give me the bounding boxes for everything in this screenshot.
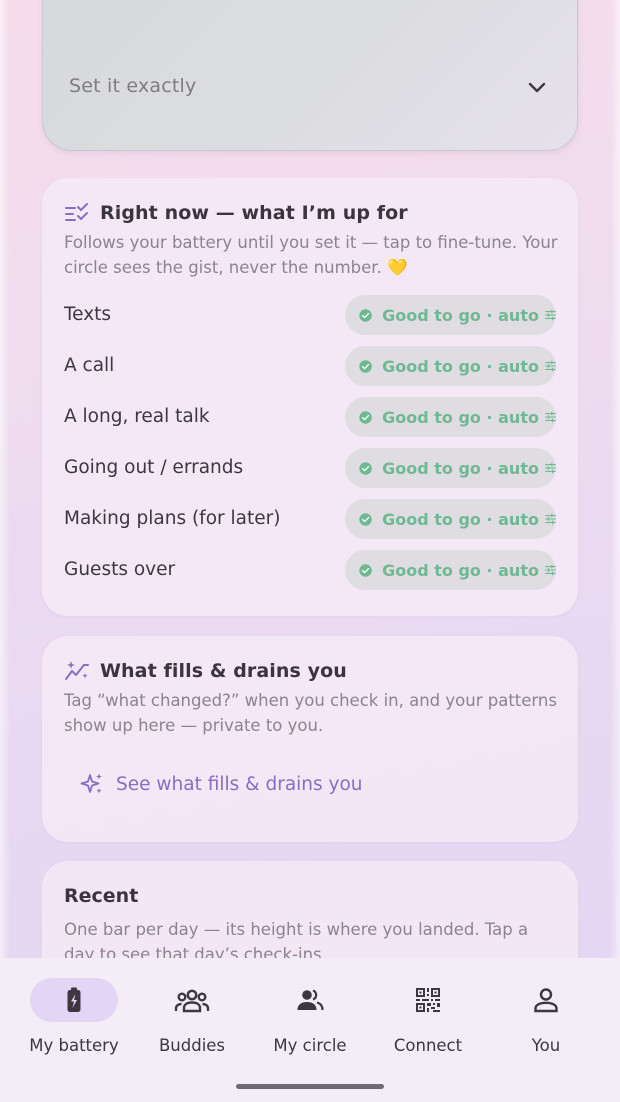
check-circle-icon — [359, 461, 372, 475]
see-fills-drains-label: See what fills & drains you — [116, 773, 363, 795]
nav-item-you[interactable]: You — [496, 978, 596, 1055]
battery-bolt-icon — [67, 987, 81, 1012]
check-circle-icon — [359, 410, 372, 424]
home-indicator[interactable] — [236, 1084, 384, 1089]
row-label: Going out / errands — [64, 457, 244, 478]
set-exactly-dropdown[interactable]: Set it exactly — [42, 0, 578, 151]
check-circle-icon — [359, 308, 372, 322]
scroll-content[interactable]: Set it exactly Right now — what I’m up f… — [0, 0, 620, 958]
see-fills-drains-button[interactable]: See what fills & drains you — [80, 772, 363, 796]
availability-row-long-talk: A long, real talk Good to go · auto — [42, 396, 578, 447]
recent-title: Recent — [64, 885, 139, 907]
nav-item-buddies[interactable]: Buddies — [142, 978, 242, 1055]
status-text: Good to go · auto — [382, 305, 539, 325]
availability-row-texts: Texts Good to go · auto — [42, 294, 578, 345]
right-now-header: Right now — what I’m up for — [64, 202, 408, 224]
availability-list: Texts Good to go · auto A call Good to g… — [42, 294, 578, 600]
check-circle-icon — [359, 563, 372, 577]
row-label: A long, real talk — [64, 406, 210, 427]
person-icon — [534, 988, 558, 1013]
chevron-down-icon — [528, 82, 546, 93]
group-icon — [174, 989, 210, 1013]
right-now-title: Right now — what I’m up for — [100, 202, 408, 224]
people-icon — [297, 989, 324, 1011]
tune-icon — [545, 462, 556, 474]
status-chip[interactable]: Good to go · auto — [345, 295, 556, 335]
availability-row-going-out: Going out / errands Good to go · auto — [42, 447, 578, 498]
tune-check-icon — [65, 203, 88, 221]
status-chip[interactable]: Good to go · auto — [345, 550, 556, 590]
sparkle-chart-icon — [65, 661, 89, 680]
row-label: A call — [64, 355, 115, 376]
nav-item-my-circle[interactable]: My circle — [260, 978, 360, 1055]
row-label: Guests over — [64, 559, 176, 580]
nav-active-indicator — [30, 978, 118, 1022]
check-circle-icon — [359, 359, 372, 373]
status-text: Good to go · auto — [382, 356, 539, 376]
nav-label: My battery — [29, 1036, 119, 1055]
right-now-card: Right now — what I’m up for Follows your… — [42, 178, 578, 616]
tune-icon — [545, 513, 556, 525]
right-now-description: Follows your battery until you set it — … — [64, 233, 558, 277]
fills-drains-description: Tag “what changed?” when you check in, a… — [64, 691, 557, 735]
recent-description: One bar per day — its height is where yo… — [64, 920, 529, 958]
sparkles-icon — [80, 773, 102, 794]
status-chip[interactable]: Good to go · auto — [345, 346, 556, 386]
check-circle-icon — [359, 512, 372, 526]
status-chip[interactable]: Good to go · auto — [345, 448, 556, 488]
status-text: Good to go · auto — [382, 458, 539, 478]
tune-icon — [545, 309, 556, 321]
nav-label: Buddies — [158, 1036, 226, 1055]
availability-row-call: A call Good to go · auto — [42, 345, 578, 396]
tune-icon — [545, 564, 556, 576]
availability-row-guests: Guests over Good to go · auto — [42, 549, 578, 600]
set-exactly-label: Set it exactly — [69, 75, 197, 97]
nav-label: Connect — [393, 1036, 463, 1055]
row-label: Texts — [64, 304, 112, 325]
nav-label: My circle — [273, 1036, 347, 1055]
recent-card: Recent One bar per day — its height is w… — [42, 861, 578, 958]
row-label: Making plans (for later) — [64, 508, 281, 529]
fills-drains-header: What fills & drains you — [64, 660, 347, 682]
availability-row-making-plans: Making plans (for later) Good to go · au… — [42, 498, 578, 549]
fills-drains-title: What fills & drains you — [100, 660, 347, 682]
status-text: Good to go · auto — [382, 560, 539, 580]
nav-item-my-battery[interactable]: My battery — [24, 978, 124, 1055]
status-text: Good to go · auto — [382, 407, 539, 427]
status-chip[interactable]: Good to go · auto — [345, 499, 556, 539]
status-text: Good to go · auto — [382, 509, 539, 529]
nav-item-connect[interactable]: Connect — [378, 978, 478, 1055]
bottom-navigation: My battery Buddies My circle Connect You — [0, 958, 620, 1102]
tune-icon — [545, 411, 556, 423]
nav-label: You — [531, 1036, 561, 1055]
tune-icon — [545, 360, 556, 372]
status-chip[interactable]: Good to go · auto — [345, 397, 556, 437]
fills-drains-card: What fills & drains you Tag “what change… — [42, 636, 578, 842]
qr-code-icon — [416, 988, 440, 1012]
